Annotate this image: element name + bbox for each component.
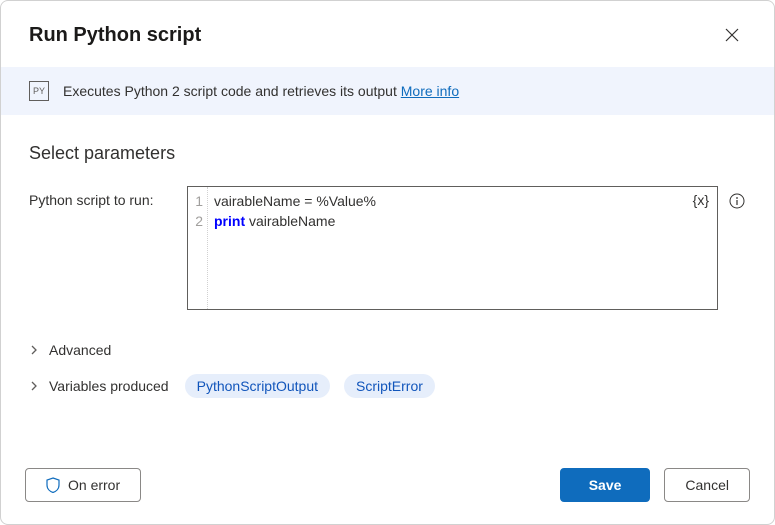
dialog: Run Python script PY Executes Python 2 s… [0,0,775,525]
code-editor[interactable]: 12 vairableName = %Value%print vairableN… [187,186,718,310]
script-field-row: Python script to run: 12 vairableName = … [29,186,746,310]
close-button[interactable] [718,21,746,49]
section-title: Select parameters [29,143,746,164]
dialog-footer: On error Save Cancel [1,448,774,524]
shield-icon [46,477,60,493]
more-info-link[interactable]: More info [401,83,459,99]
info-text-container: Executes Python 2 script code and retrie… [63,83,459,99]
code-line[interactable]: print vairableName [214,211,711,231]
chevron-right-icon[interactable] [29,381,41,391]
python-badge-icon: PY [29,81,49,101]
code-gutter: 12 [188,187,208,309]
code-line[interactable]: vairableName = %Value% [214,191,711,211]
variables-produced-label: Variables produced [49,378,169,394]
line-number: 2 [190,211,203,231]
advanced-label: Advanced [49,342,111,358]
on-error-label: On error [68,477,120,493]
save-button[interactable]: Save [560,468,651,502]
script-label: Python script to run: [29,186,169,208]
code-body[interactable]: vairableName = %Value%print vairableName [208,187,717,309]
info-bar: PY Executes Python 2 script code and ret… [1,67,774,115]
line-number: 1 [190,191,203,211]
footer-actions: Save Cancel [560,468,750,502]
insert-variable-button[interactable]: {x} [693,192,709,208]
variable-chips: PythonScriptOutput ScriptError [185,374,435,398]
field-info-button[interactable] [728,192,746,210]
dialog-body: Select parameters Python script to run: … [1,115,774,448]
info-icon [729,193,745,209]
variables-produced-row: Variables produced PythonScriptOutput Scr… [29,366,746,406]
dialog-title: Run Python script [29,24,201,47]
close-icon [725,28,739,42]
chevron-right-icon [29,345,41,355]
cancel-button[interactable]: Cancel [664,468,750,502]
variable-chip[interactable]: ScriptError [344,374,435,398]
dialog-header: Run Python script [1,1,774,67]
on-error-button[interactable]: On error [25,468,141,502]
advanced-expander[interactable]: Advanced [29,334,746,366]
code-wrapper: 12 vairableName = %Value%print vairableN… [187,186,746,310]
info-text: Executes Python 2 script code and retrie… [63,83,401,99]
variable-chip[interactable]: PythonScriptOutput [185,374,330,398]
